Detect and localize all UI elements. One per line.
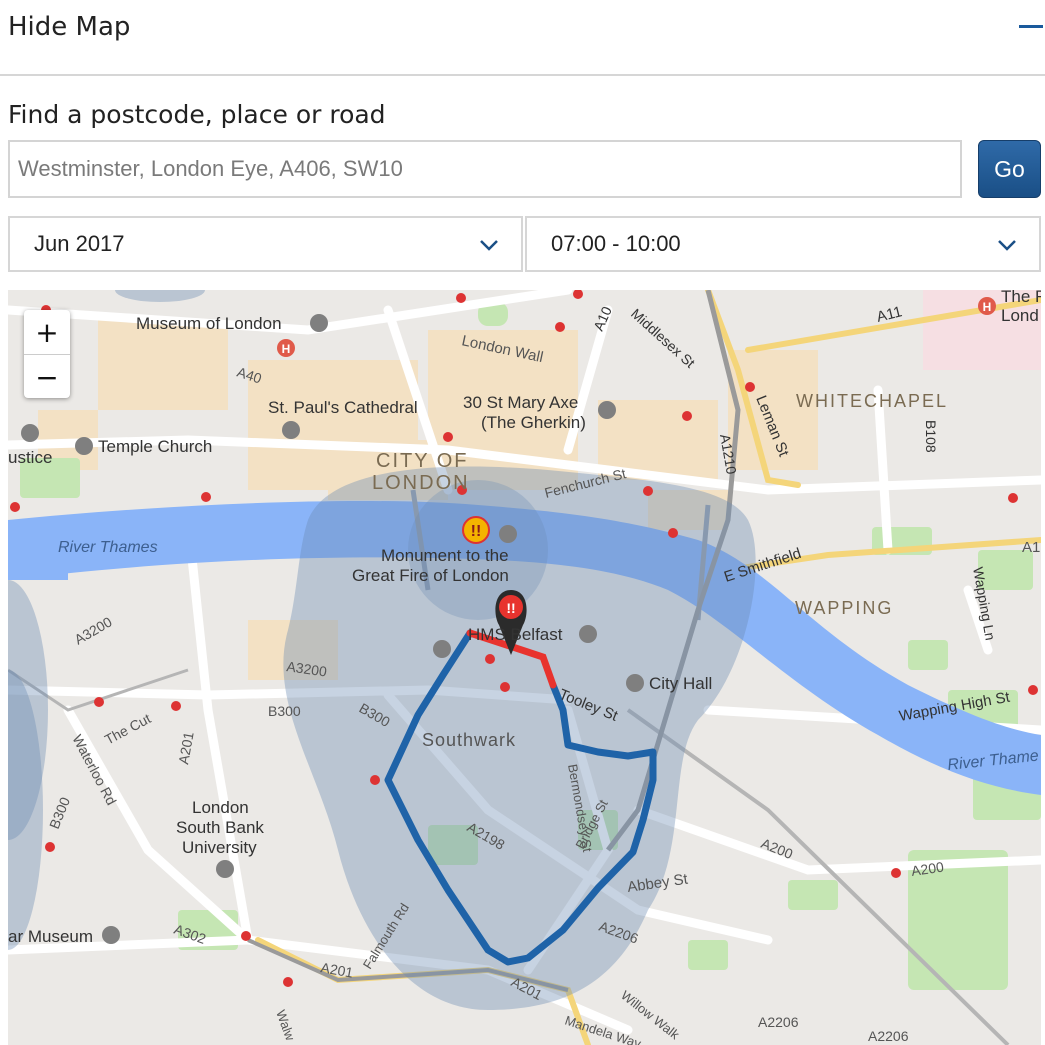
svg-text:!!: !! xyxy=(506,600,515,616)
hospital-icon: H xyxy=(277,339,295,357)
label-a2206-3: A2206 xyxy=(868,1028,909,1044)
label-monument-2: Great Fire of London xyxy=(352,566,509,585)
label-b108: B108 xyxy=(923,420,939,453)
svg-text:H: H xyxy=(983,300,992,314)
traffic-map[interactable]: H H !! !! Museum of London London Wall S… xyxy=(8,290,1041,1045)
landmark-icon xyxy=(626,674,644,692)
search-label: Find a postcode, place or road xyxy=(8,100,386,129)
label-gherkin-1: 30 St Mary Axe xyxy=(463,393,578,412)
zoom-in-button[interactable]: + xyxy=(24,310,70,354)
collapse-minus-icon[interactable] xyxy=(1019,25,1043,28)
month-select[interactable]: Jun 2017 xyxy=(8,216,523,272)
label-city-hall: City Hall xyxy=(649,674,712,693)
zoom-control[interactable]: + − xyxy=(24,310,70,398)
label-lsbu-2: South Bank xyxy=(176,818,264,837)
search-input[interactable] xyxy=(8,140,962,198)
label-a2206-2: A2206 xyxy=(758,1014,799,1030)
label-museum-left: ar Museum xyxy=(8,927,93,946)
label-royal-london-2: Lond xyxy=(1001,306,1039,325)
label-royal-london-1: The R xyxy=(1001,290,1041,306)
label-river-thames: River Thames xyxy=(58,539,158,556)
hide-map-title[interactable]: Hide Map xyxy=(8,12,130,42)
label-southwark: Southwark xyxy=(422,730,516,750)
time-select-value: 07:00 - 10:00 xyxy=(551,231,681,256)
label-gherkin-2: (The Gherkin) xyxy=(481,413,586,432)
label-temple-church: Temple Church xyxy=(98,437,212,456)
label-lsbu-1: London xyxy=(192,798,249,817)
label-lsbu-3: University xyxy=(182,838,257,857)
month-select-value: Jun 2017 xyxy=(34,231,125,256)
label-wapping: WAPPING xyxy=(795,598,893,618)
label-hms-belfast: HMS Belfast xyxy=(468,625,563,644)
map-canvas[interactable]: H H !! !! Museum of London London Wall S… xyxy=(8,290,1041,1045)
label-museum-of-london: Museum of London xyxy=(136,314,282,333)
landmark-icon xyxy=(579,625,597,643)
camera-icon xyxy=(598,401,616,419)
hospital-icon: H xyxy=(978,297,996,315)
label-st-pauls: St. Paul's Cathedral xyxy=(268,398,418,417)
svg-text:H: H xyxy=(282,342,291,356)
label-city-2: LONDON xyxy=(372,472,470,494)
school-icon xyxy=(216,860,234,878)
zoom-out-button[interactable]: − xyxy=(24,355,70,399)
landmark-icon xyxy=(310,314,328,332)
chevron-down-icon xyxy=(998,240,1016,251)
landmark-icon xyxy=(499,525,517,543)
landmark-icon xyxy=(282,421,300,439)
svg-text:!!: !! xyxy=(471,523,482,540)
go-button[interactable]: Go xyxy=(978,140,1041,198)
warning-icon[interactable]: !! xyxy=(462,516,490,544)
chevron-down-icon xyxy=(480,240,498,251)
landmark-icon xyxy=(75,437,93,455)
hide-map-bar[interactable]: Hide Map xyxy=(0,0,1045,76)
label-a1-east: A1 xyxy=(1022,539,1040,556)
time-select[interactable]: 07:00 - 10:00 xyxy=(525,216,1041,272)
landmark-icon xyxy=(102,926,120,944)
label-monument-1: Monument to the xyxy=(381,546,509,565)
landmark-icon xyxy=(21,424,39,442)
label-justice: ustice xyxy=(8,448,52,467)
label-whitechapel: WHITECHAPEL xyxy=(796,391,948,411)
label-b300-c: B300 xyxy=(268,703,301,719)
label-city-1: CITY OF xyxy=(376,450,469,472)
landmark-icon xyxy=(433,640,451,658)
